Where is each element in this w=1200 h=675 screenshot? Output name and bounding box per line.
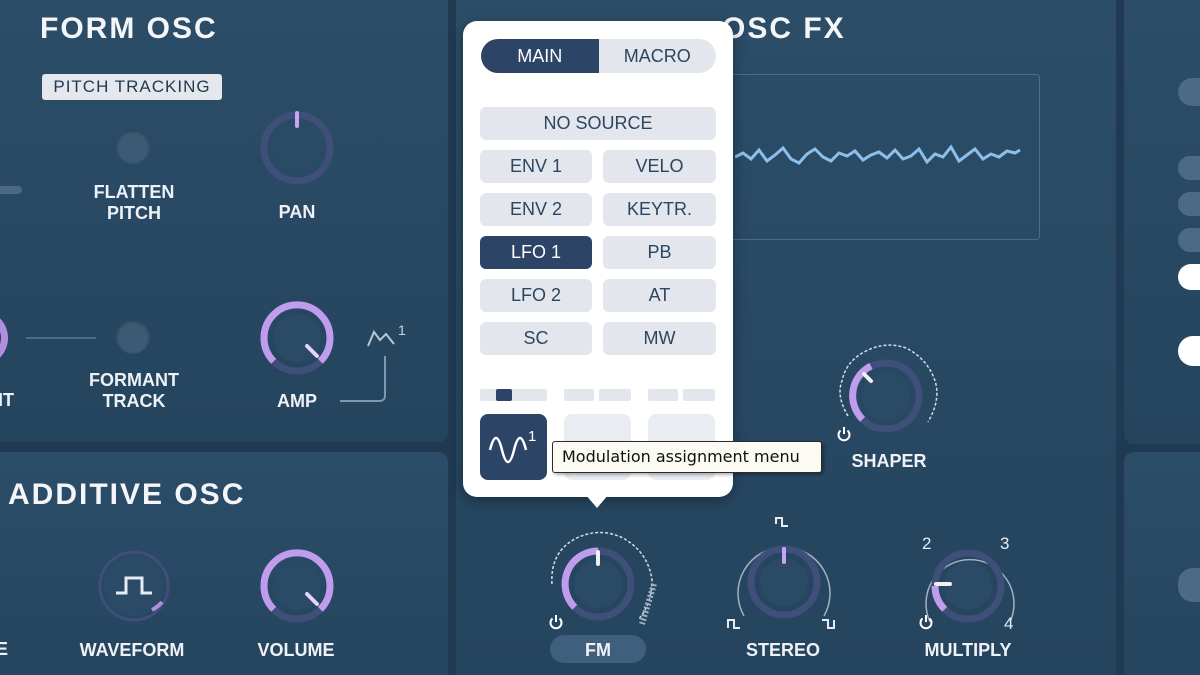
right-panel-top [1124,0,1200,444]
cut-left-label: IT [0,390,14,410]
right-toggle-1[interactable] [1178,78,1200,106]
pitch-tracking-button[interactable]: PITCH TRACKING [42,74,222,100]
source-pb[interactable]: PB [603,236,716,269]
right-toggle-7[interactable] [1178,568,1200,602]
shaper-power-icon[interactable] [836,426,852,442]
source-lfo1[interactable]: LFO 1 [480,236,592,269]
fm-label: FM [585,640,611,660]
flatten-pitch-toggle[interactable] [116,130,150,164]
slot-pager-2[interactable] [564,389,631,401]
amp-label: AMP [277,391,317,411]
right-toggle-4[interactable] [1178,228,1200,252]
amp-knob[interactable] [257,298,337,378]
right-toggle-5[interactable] [1178,264,1200,290]
stereo-knob[interactable] [722,516,846,634]
tab-macro[interactable]: MACRO [599,39,717,73]
slot-badge: 1 [528,428,537,445]
multiply-tick-3: 3 [1000,534,1010,553]
multiply-tick-2: 2 [922,534,932,553]
source-lfo2[interactable]: LFO 2 [480,279,592,312]
fm-power-icon[interactable] [548,614,564,630]
source-env1[interactable]: ENV 1 [480,150,592,183]
stereo-label: STEREO [745,640,821,660]
source-tab-switch: MAIN MACRO [481,39,716,73]
tooltip: Modulation assignment menu [552,441,822,473]
right-panel-bottom [1124,452,1200,675]
amp-mod-badge: 1 [398,322,406,338]
osc-fx-title: OSC FX [722,12,846,45]
source-keytr[interactable]: KEYTR. [603,193,716,226]
tab-main[interactable]: MAIN [481,39,599,73]
flatten-pitch-label: FLATTEN PITCH [93,182,175,223]
formant-track-label: FORMANT TRACK [89,370,179,411]
slot-pager-1[interactable] [480,389,547,401]
multiply-power-icon[interactable] [918,614,934,630]
source-at[interactable]: AT [603,279,716,312]
shaper-label: SHAPER [851,451,927,471]
waveform-selector[interactable] [94,546,174,626]
slot-pager-3[interactable] [648,389,715,401]
right-toggle-6[interactable] [1178,336,1200,366]
additive-osc-title: ADDITIVE OSC [8,478,246,511]
form-osc-title: FORM OSC [40,12,218,45]
right-toggle-2[interactable] [1178,156,1200,180]
multiply-label: MULTIPLY [924,640,1012,660]
waveform-label: WAVEFORM [79,640,185,660]
no-source-button[interactable]: NO SOURCE [480,107,716,140]
right-toggle-3[interactable] [1178,192,1200,216]
lfo-wave-icon [488,436,528,464]
link-line [26,337,96,339]
cut-left-label-2: E [0,639,9,659]
source-sc[interactable]: SC [480,322,592,355]
amp-mod-connector [340,356,386,402]
mod-slot-1[interactable]: 1 [480,414,547,480]
waveform-trace [735,144,1021,165]
formant-track-toggle[interactable] [116,320,150,354]
pan-label: PAN [278,202,316,222]
volume-knob[interactable] [257,546,337,626]
slider-handle[interactable] [0,186,22,194]
source-mw[interactable]: MW [603,322,716,355]
popup-pointer [585,494,609,508]
pan-knob[interactable] [257,108,337,188]
source-env2[interactable]: ENV 2 [480,193,592,226]
volume-label: VOLUME [257,640,335,660]
modulation-assignment-popup: MAIN MACRO NO SOURCE ENV 1 VELO ENV 2 KE… [463,21,733,497]
multiply-tick-4: 4 [1004,614,1014,633]
source-velo[interactable]: VELO [603,150,716,183]
